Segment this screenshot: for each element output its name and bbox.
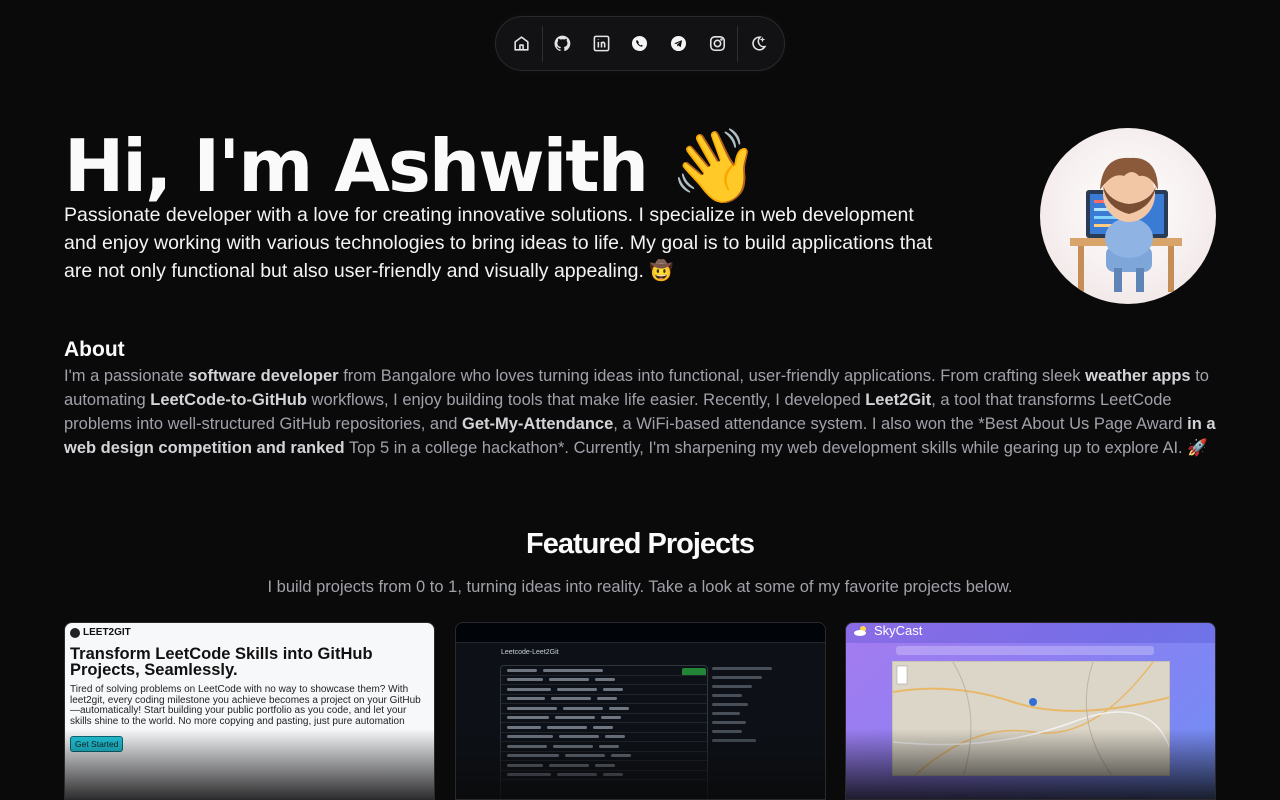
hero-description: Passionate developer with a love for cre… bbox=[64, 204, 933, 282]
repo-name: Leetcode-Leet2Git bbox=[501, 649, 559, 656]
city-search-input[interactable] bbox=[896, 646, 1154, 655]
avatar bbox=[1040, 128, 1216, 304]
linkedin-icon[interactable] bbox=[582, 24, 621, 64]
home-icon[interactable] bbox=[502, 24, 541, 64]
github-header bbox=[456, 623, 825, 643]
instagram-icon[interactable] bbox=[698, 24, 737, 64]
weather-map[interactable] bbox=[892, 661, 1170, 776]
about-text: I'm a passionate software developer from… bbox=[64, 367, 1216, 457]
highlight-leetcode-to-github: LeetCode-to-GitHub bbox=[150, 391, 307, 409]
skycast-brand: SkyCast bbox=[874, 623, 923, 638]
hero-title: Hi, I'm Ashwith 👋 bbox=[64, 124, 760, 208]
dock-divider bbox=[737, 25, 739, 62]
project-card-github-repo[interactable]: Leetcode-Leet2Git bbox=[455, 622, 826, 800]
repo-sidebar bbox=[712, 667, 782, 748]
file-list bbox=[500, 665, 708, 799]
leet2git-logo: LEET2GIT bbox=[70, 627, 131, 638]
card-brand: LEET2GIT bbox=[83, 627, 131, 638]
get-started-button[interactable]: Get Started bbox=[70, 736, 124, 752]
telegram-icon[interactable] bbox=[659, 24, 698, 64]
whatsapp-icon[interactable] bbox=[621, 24, 660, 64]
project-card-leet2git[interactable]: LEET2GIT Transform LeetCode Skills into … bbox=[64, 622, 435, 800]
cloud-sun-icon bbox=[854, 626, 866, 636]
project-card-skycast[interactable]: SkyCast bbox=[845, 622, 1216, 800]
theme-toggle-icon[interactable] bbox=[739, 24, 778, 64]
projects-title: Featured Projects bbox=[526, 528, 755, 560]
dock-divider bbox=[541, 25, 543, 62]
social-dock bbox=[495, 16, 785, 71]
logo-icon bbox=[70, 627, 80, 638]
card-headline: Transform LeetCode Skills into GitHub Pr… bbox=[70, 645, 373, 679]
card-text: Tired of solving problems on LeetCode wi… bbox=[70, 684, 421, 727]
highlight-software-developer: software developer bbox=[188, 367, 339, 385]
highlight-weather-apps: weather apps bbox=[1085, 367, 1191, 385]
github-icon[interactable] bbox=[544, 24, 583, 64]
highlight-get-my-attendance: Get-My-Attendance bbox=[462, 415, 614, 433]
about-title: About bbox=[64, 338, 125, 361]
highlight-leet2git: Leet2Git bbox=[865, 391, 932, 409]
projects-subtitle: I build projects from 0 to 1, turning id… bbox=[267, 578, 1013, 596]
